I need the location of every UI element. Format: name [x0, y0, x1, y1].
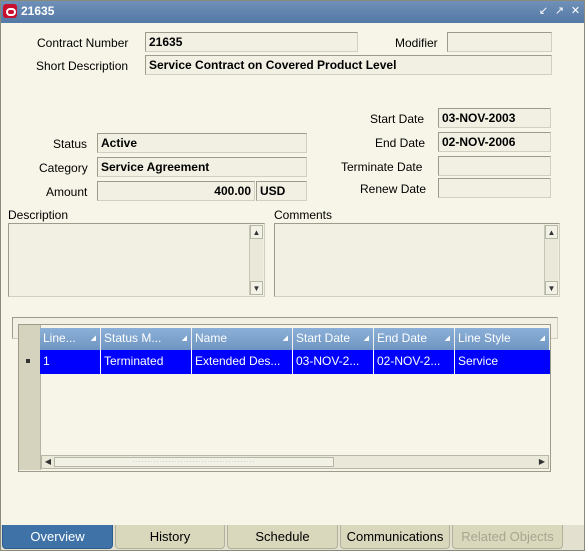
column-header-line-style[interactable]: Line Style ◢	[455, 328, 550, 350]
scroll-down-icon[interactable]: ▼	[545, 281, 558, 295]
title-bar: 21635 ↙ ↗ ✕	[1, 1, 584, 23]
renew-date-field[interactable]	[438, 178, 551, 198]
cell-status[interactable]: Terminated	[101, 350, 192, 374]
tab-overview[interactable]: Overview	[2, 525, 113, 549]
contract-window: 21635 ↙ ↗ ✕ Contract Number 21635 Modifi…	[0, 0, 585, 551]
amount-field[interactable]: 400.00	[97, 181, 255, 201]
modifier-label: Modifier	[395, 36, 438, 50]
description-textarea[interactable]: ▲ ▼	[8, 223, 265, 297]
tab-related-objects: Related Objects	[452, 525, 563, 549]
contract-number-label: Contract Number	[37, 36, 129, 50]
short-description-label: Short Description	[36, 59, 129, 73]
window-title: 21635	[21, 4, 55, 18]
cell-start-date[interactable]: 03-NOV-2...	[293, 350, 374, 374]
end-date-label: End Date	[375, 136, 426, 150]
sort-icon: ◢	[90, 335, 96, 342]
comments-scrollbar[interactable]: ▲ ▼	[544, 225, 558, 295]
minimize-icon[interactable]: ↙	[537, 4, 550, 18]
column-header-start-date[interactable]: Start Date ◢	[293, 328, 374, 350]
scroll-down-icon[interactable]: ▼	[250, 281, 263, 295]
scroll-up-icon[interactable]: ▲	[250, 225, 263, 239]
horizontal-scrollbar[interactable]: ◀ ······································…	[41, 455, 549, 469]
end-date-field[interactable]: 02-NOV-2006	[438, 132, 551, 152]
tab-schedule[interactable]: Schedule	[227, 525, 338, 549]
cell-end-date[interactable]: 02-NOV-2...	[374, 350, 455, 374]
current-row-indicator	[26, 359, 30, 363]
description-scrollbar[interactable]: ▲ ▼	[249, 225, 263, 295]
column-header-line[interactable]: Line... ◢	[40, 328, 101, 350]
currency-field[interactable]: USD	[256, 181, 307, 201]
column-header-status[interactable]: Status M... ◢	[101, 328, 192, 350]
modifier-field[interactable]	[447, 32, 552, 52]
terminate-date-label: Terminate Date	[341, 160, 423, 174]
contract-number-field[interactable]: 21635	[145, 32, 358, 52]
sort-icon: ◢	[181, 335, 187, 342]
maximize-icon[interactable]: ↗	[553, 4, 566, 18]
start-date-field[interactable]: 03-NOV-2003	[438, 108, 551, 128]
tab-bar: Overview History Schedule Communications…	[1, 525, 584, 550]
terminate-date-field[interactable]	[438, 156, 551, 176]
cell-name[interactable]: Extended Des...	[192, 350, 293, 374]
scroll-thumb[interactable]: ········································…	[54, 457, 334, 467]
tab-history[interactable]: History	[115, 525, 225, 549]
scroll-right-icon[interactable]: ▶	[536, 456, 548, 468]
start-date-label: Start Date	[370, 112, 425, 126]
status-label: Status	[53, 137, 88, 151]
contract-lines-table: Line... ◢ Status M... ◢ Name ◢ Start Date ◢ …	[18, 324, 551, 472]
close-icon[interactable]: ✕	[569, 4, 582, 18]
scroll-up-icon[interactable]: ▲	[545, 225, 558, 239]
scroll-left-icon[interactable]: ◀	[42, 456, 54, 468]
comments-textarea[interactable]: ▲ ▼	[274, 223, 560, 297]
cell-line-style[interactable]: Service	[455, 350, 550, 374]
sort-icon: ◢	[444, 335, 450, 342]
comments-label: Comments	[274, 208, 333, 222]
column-header-name[interactable]: Name ◢	[192, 328, 293, 350]
sort-icon: ◢	[539, 335, 545, 342]
cell-line[interactable]: 1	[40, 350, 101, 374]
status-field[interactable]: Active	[97, 133, 307, 153]
short-description-field[interactable]: Service Contract on Covered Product Leve…	[145, 55, 552, 75]
tab-communications[interactable]: Communications	[340, 525, 450, 549]
column-header-end-date[interactable]: End Date ◢	[374, 328, 455, 350]
row-selector-gutter	[19, 325, 41, 470]
sort-icon: ◢	[363, 335, 369, 342]
amount-label: Amount	[46, 185, 88, 199]
category-label: Category	[39, 161, 88, 175]
renew-date-label: Renew Date	[360, 182, 427, 196]
category-field[interactable]: Service Agreement	[97, 157, 307, 177]
oracle-app-icon	[3, 4, 17, 18]
sort-icon: ◢	[282, 335, 288, 342]
description-label: Description	[8, 208, 69, 222]
